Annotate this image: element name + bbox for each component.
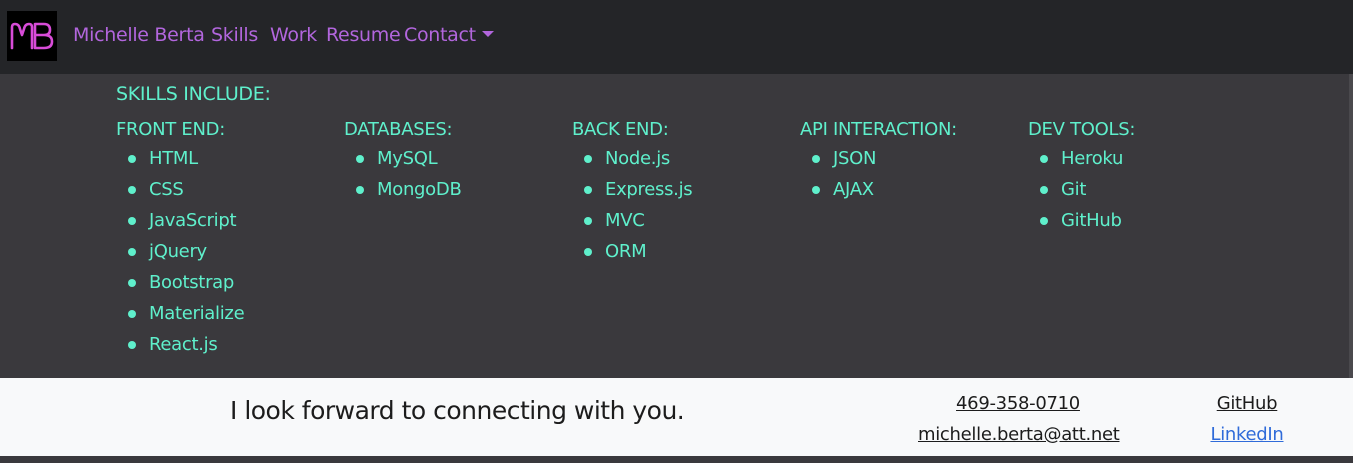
github-link[interactable]: GitHub <box>1197 388 1297 419</box>
list-item: Materialize <box>116 302 245 333</box>
bullet-icon <box>356 186 364 194</box>
bullet-icon <box>128 186 136 194</box>
skill-label: MongoDB <box>377 179 462 200</box>
contact-info: 469-358-0710 michelle.berta@att.net <box>918 388 1120 450</box>
skill-label: Bootstrap <box>149 272 235 293</box>
skills-section: SKILLS INCLUDE: FRONT END: HTML CSS Java… <box>0 74 1353 378</box>
skill-label: Express.js <box>605 179 693 200</box>
skill-label: jQuery <box>149 241 207 262</box>
bullet-icon <box>584 155 592 163</box>
social-links: GitHub LinkedIn <box>1197 388 1297 450</box>
bullet-icon <box>356 155 364 163</box>
logo[interactable] <box>7 11 57 61</box>
nav-link-work[interactable]: Work <box>270 24 317 46</box>
footer-tagline: I look forward to connecting with you. <box>230 396 685 425</box>
skill-label: HTML <box>149 148 198 169</box>
logo-mb-icon <box>10 22 54 50</box>
nav-brand-link[interactable]: Michelle Berta <box>73 24 205 46</box>
skill-list: Heroku Git GitHub <box>1028 147 1135 240</box>
skill-label: MVC <box>605 210 645 231</box>
column-title: BACK END: <box>572 119 669 140</box>
navbar: Michelle Berta Skills Work Resume Contac… <box>0 0 1353 74</box>
list-item: Git <box>1028 178 1135 209</box>
bullet-icon <box>1040 217 1048 225</box>
skill-label: React.js <box>149 334 218 355</box>
nav-link-resume[interactable]: Resume <box>326 24 401 46</box>
bullet-icon <box>584 217 592 225</box>
list-item: HTML <box>116 147 244 178</box>
bullet-icon <box>1040 155 1048 163</box>
bullet-icon <box>128 155 136 163</box>
skill-label: Git <box>1061 179 1087 200</box>
chevron-down-icon <box>481 31 494 37</box>
skill-label: JSON <box>833 148 877 169</box>
column-title: API INTERACTION: <box>800 119 957 140</box>
bullet-icon <box>128 310 136 318</box>
skill-label: JavaScript <box>149 210 237 231</box>
scrollbar[interactable] <box>1349 74 1353 378</box>
bullet-icon <box>128 217 136 225</box>
bullet-icon <box>812 155 820 163</box>
skills-column-databases: DATABASES: MySQL MongoDB <box>344 119 462 209</box>
skill-label: CSS <box>149 179 184 200</box>
bullet-icon <box>128 341 136 349</box>
list-item: MVC <box>572 209 692 240</box>
nav-dropdown-contact[interactable]: Contact <box>404 24 494 46</box>
email-link[interactable]: michelle.berta@att.net <box>918 419 1120 450</box>
list-item: GitHub <box>1028 209 1135 240</box>
skills-column-dev-tools: DEV TOOLS: Heroku Git GitHub <box>1028 119 1135 240</box>
linkedin-link[interactable]: LinkedIn <box>1197 419 1297 450</box>
skills-column-api-interaction: API INTERACTION: JSON AJAX <box>800 119 957 209</box>
list-item: MySQL <box>344 147 462 178</box>
nav-link-skills[interactable]: Skills <box>211 24 258 46</box>
skill-list: MySQL MongoDB <box>344 147 462 209</box>
list-item: Bootstrap <box>116 271 244 302</box>
skills-column-front-end: FRONT END: HTML CSS JavaScript jQuery Bo… <box>116 119 245 364</box>
list-item: AJAX <box>800 178 957 209</box>
skill-list: HTML CSS JavaScript jQuery Bootstrap Mat… <box>116 147 245 364</box>
list-item: CSS <box>116 178 244 209</box>
list-item: Heroku <box>1028 147 1135 178</box>
column-title: DATABASES: <box>344 119 453 140</box>
nav-contact-label: Contact <box>404 24 476 46</box>
skill-label: Heroku <box>1061 148 1124 169</box>
skills-column-back-end: BACK END: Node.js Express.js MVC ORM <box>572 119 693 271</box>
bullet-icon <box>1040 186 1048 194</box>
skills-heading: SKILLS INCLUDE: <box>116 83 271 105</box>
list-item: ORM <box>572 240 692 271</box>
list-item: Node.js <box>572 147 692 178</box>
skill-label: AJAX <box>833 179 874 200</box>
column-title: DEV TOOLS: <box>1028 119 1136 140</box>
phone-link[interactable]: 469-358-0710 <box>918 388 1118 419</box>
bullet-icon <box>128 248 136 256</box>
bullet-icon <box>584 186 592 194</box>
list-item: Express.js <box>572 178 693 209</box>
bullet-icon <box>584 248 592 256</box>
footer: I look forward to connecting with you. 4… <box>0 378 1353 456</box>
skill-label: GitHub <box>1061 210 1122 231</box>
skill-label: Node.js <box>605 148 670 169</box>
skill-label: Materialize <box>149 303 245 324</box>
bottom-strip <box>0 456 1353 463</box>
list-item: React.js <box>116 333 244 364</box>
column-title: FRONT END: <box>116 119 225 140</box>
list-item: JavaScript <box>116 209 244 240</box>
skill-list: JSON AJAX <box>800 147 957 209</box>
skill-list: Node.js Express.js MVC ORM <box>572 147 693 271</box>
list-item: JSON <box>800 147 957 178</box>
list-item: jQuery <box>116 240 244 271</box>
bullet-icon <box>128 279 136 287</box>
bullet-icon <box>812 186 820 194</box>
skill-label: ORM <box>605 241 647 262</box>
skill-label: MySQL <box>377 148 438 169</box>
list-item: MongoDB <box>344 178 462 209</box>
